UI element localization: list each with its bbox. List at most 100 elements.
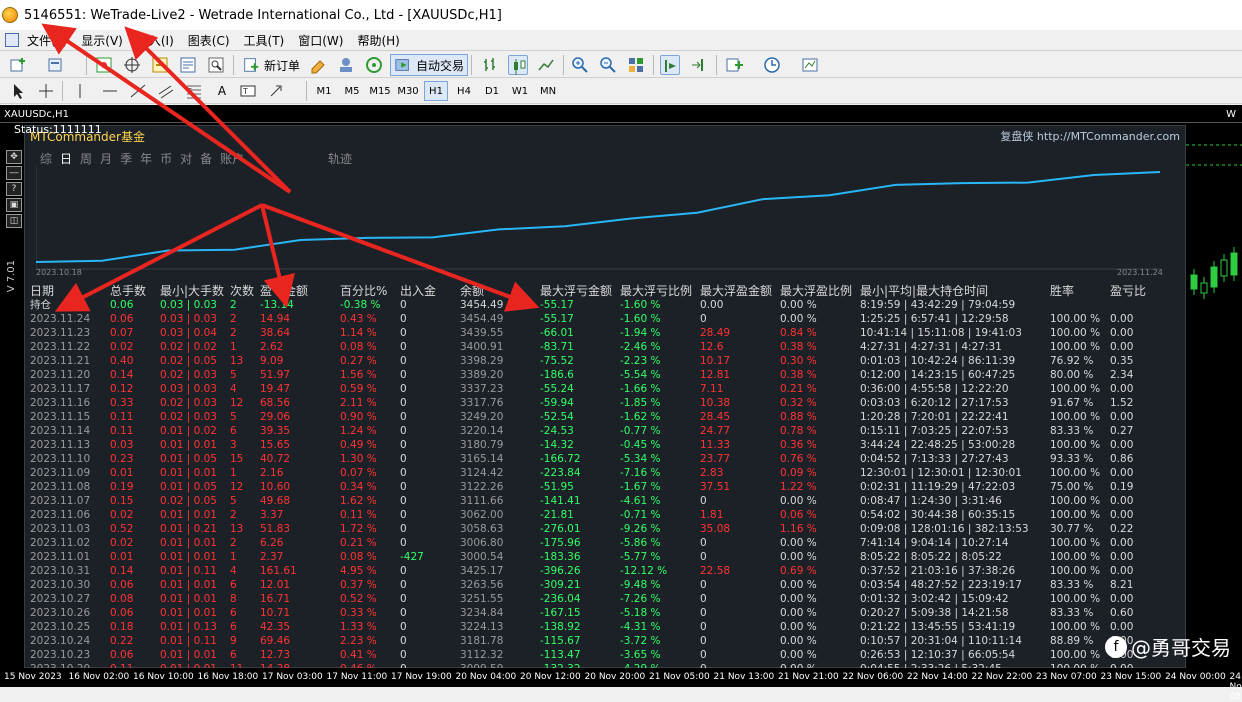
cell-11: 0.00 % [780, 536, 817, 550]
cell-1: 0.12 [110, 382, 133, 396]
menu-help[interactable]: 帮助(H) [357, 32, 399, 49]
arrows-tool-icon[interactable] [266, 81, 286, 101]
trendline-icon[interactable] [128, 81, 148, 101]
tile-windows-icon[interactable] [626, 55, 646, 75]
cell-12: 1:20:28 | 7:20:01 | 22:22:41 [860, 410, 1009, 424]
strategy-tester-icon[interactable] [206, 55, 226, 75]
menu-window[interactable]: 窗口(W) [298, 32, 343, 49]
tab-9[interactable]: 账户 [220, 150, 244, 167]
cell-9: -4.31 % [620, 620, 660, 634]
tab-1[interactable]: 日 [60, 150, 72, 167]
menu-tools[interactable]: 工具(T) [244, 32, 285, 49]
timeframe-h1[interactable]: H1 [424, 81, 448, 101]
crosshair-tool-icon[interactable] [36, 81, 56, 101]
window-icon[interactable]: ◫ [6, 214, 22, 228]
cell-9: -5.77 % [620, 550, 660, 564]
menu-view[interactable]: 显示(V) [81, 32, 123, 49]
profiles-icon[interactable] [46, 55, 66, 75]
market-watch-icon[interactable] [94, 55, 114, 75]
cell-12: 0:08:47 | 1:24:30 | 3:31:46 [860, 494, 1002, 508]
new-chart-icon[interactable] [8, 55, 28, 75]
bar-chart-icon[interactable] [480, 55, 500, 75]
tab-5[interactable]: 年 [140, 150, 152, 167]
cell-6: 0 [400, 592, 407, 606]
cell-1: 0.06 [110, 648, 133, 662]
cell-8: -75.52 [540, 354, 574, 368]
auto-trading-button[interactable]: 自动交易 [390, 54, 468, 76]
cell-12: 0:21:22 | 13:45:55 | 53:41:19 [860, 620, 1015, 634]
menu-file[interactable]: 文件(F) [27, 32, 67, 49]
line-chart-icon[interactable] [536, 55, 556, 75]
tab-8[interactable]: 备 [200, 150, 212, 167]
zoom-out-icon[interactable] [598, 55, 618, 75]
equidistant-channel-icon[interactable] [156, 81, 176, 101]
screenshot-icon[interactable]: ▣ [6, 198, 22, 212]
tab-3[interactable]: 月 [100, 150, 112, 167]
cell-14: 8.21 [1110, 578, 1133, 592]
tab-track[interactable]: 轨迹 [328, 150, 352, 167]
zoom-in-icon[interactable] [570, 55, 590, 75]
cell-0: 2023.11.02 [30, 536, 90, 550]
cell-0: 2023.11.23 [30, 326, 90, 340]
table-row: 2023.11.080.190.01 | 0.051210.600.34 %03… [30, 480, 1180, 494]
signals-icon[interactable] [364, 55, 384, 75]
table-row: 2023.10.230.060.01 | 0.01612.730.41 %031… [30, 648, 1180, 662]
horizontal-line-icon[interactable] [100, 81, 120, 101]
move-icon[interactable]: ✥ [6, 150, 22, 164]
periods-icon[interactable] [762, 55, 782, 75]
chart-shift-icon[interactable] [688, 55, 708, 75]
cell-4: 3.37 [260, 508, 283, 522]
cell-14: 0.35 [1110, 354, 1133, 368]
cell-12: 0:36:00 | 4:55:58 | 12:22:20 [860, 382, 1009, 396]
metaeditor-icon[interactable] [308, 55, 328, 75]
cell-5: 1.30 % [340, 452, 377, 466]
text-tool-icon[interactable]: A [212, 81, 232, 101]
replay-link[interactable]: 复盘侠 http://MTCommander.com [1000, 128, 1180, 144]
cell-0: 2023.11.13 [30, 438, 90, 452]
cell-0: 2023.11.07 [30, 494, 90, 508]
timeframe-w1[interactable]: W1 [508, 81, 532, 101]
version-label: V 7.01 [6, 260, 17, 292]
candlesticks-icon[interactable] [508, 55, 528, 75]
timeframe-m5[interactable]: M5 [340, 81, 364, 101]
crosshair-icon[interactable] [122, 55, 142, 75]
text-label-icon[interactable]: T [238, 81, 258, 101]
cell-8: -83.71 [540, 340, 574, 354]
fibonacci-icon[interactable]: F [184, 81, 204, 101]
collapse-icon[interactable]: ― [6, 166, 22, 180]
tab-0[interactable]: 综 [40, 150, 52, 167]
cell-0: 2023.11.03 [30, 522, 90, 536]
chart-tab[interactable]: XAUUSDc,H1 W [0, 105, 1242, 123]
new-order-button[interactable]: 新订单 [238, 54, 304, 76]
cursor-icon[interactable] [8, 81, 28, 101]
community-icon[interactable] [336, 55, 356, 75]
tab-7[interactable]: 对 [180, 150, 192, 167]
timeframe-mn[interactable]: MN [536, 81, 560, 101]
timeframe-m15[interactable]: M15 [368, 81, 392, 101]
table-row: 2023.11.170.120.03 | 0.03419.470.59 %033… [30, 382, 1180, 396]
vertical-line-icon[interactable] [70, 81, 90, 101]
cell-1: 0.07 [110, 326, 133, 340]
period-tabs: 综日周月季年币对备账户 [40, 150, 252, 167]
cell-10: 0 [700, 312, 707, 326]
terminal-icon[interactable] [178, 55, 198, 75]
cell-4: 12.73 [260, 648, 290, 662]
tab-4[interactable]: 季 [120, 150, 132, 167]
tab-2[interactable]: 周 [80, 150, 92, 167]
templates-icon[interactable] [800, 55, 820, 75]
cell-0: 2023.11.16 [30, 396, 90, 410]
timeframe-h4[interactable]: H4 [452, 81, 476, 101]
indicators-icon[interactable] [724, 55, 744, 75]
timeframe-m1[interactable]: M1 [312, 81, 336, 101]
timeframe-m30[interactable]: M30 [396, 81, 420, 101]
document-icon[interactable] [5, 33, 19, 47]
cell-6: 0 [400, 522, 407, 536]
timeframe-d1[interactable]: D1 [480, 81, 504, 101]
auto-scroll-icon[interactable] [660, 55, 680, 75]
help-icon[interactable]: ? [6, 182, 22, 196]
menu-charts[interactable]: 图表(C) [188, 32, 230, 49]
navigator-icon[interactable] [150, 55, 170, 75]
menu-insert[interactable]: 插入(I) [137, 32, 174, 49]
tab-6[interactable]: 币 [160, 150, 172, 167]
cell-4: 19.47 [260, 382, 290, 396]
